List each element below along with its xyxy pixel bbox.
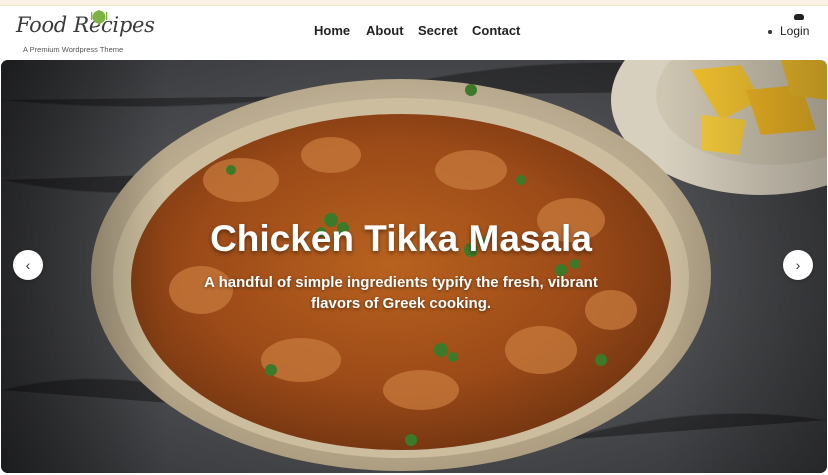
user-icon	[794, 14, 804, 20]
nav-secret[interactable]: Secret	[418, 23, 458, 38]
hero-subtitle: A handful of simple ingredients typify t…	[204, 274, 598, 312]
site-header: Food Recipes A Premium Wordpress Theme H…	[0, 6, 828, 60]
hero-title: Chicken Tikka Masala	[210, 218, 592, 259]
login-link[interactable]: Login	[768, 14, 822, 44]
chevron-right-icon: ›	[795, 257, 801, 273]
nav-about[interactable]: About	[366, 23, 404, 38]
next-slide-button[interactable]: ›	[783, 250, 813, 280]
prev-slide-button[interactable]: ‹	[13, 250, 43, 280]
bullet-dot	[768, 30, 772, 34]
login-label: Login	[780, 24, 810, 38]
nav-home[interactable]: Home	[314, 23, 350, 38]
nav-contact[interactable]: Contact	[472, 23, 520, 38]
main-nav: Home About Secret Contact	[0, 6, 828, 60]
hero-image	[1, 60, 827, 473]
chevron-left-icon: ‹	[25, 257, 31, 273]
hero-slider: Chicken Tikka Masala A handful of simple…	[1, 60, 827, 473]
